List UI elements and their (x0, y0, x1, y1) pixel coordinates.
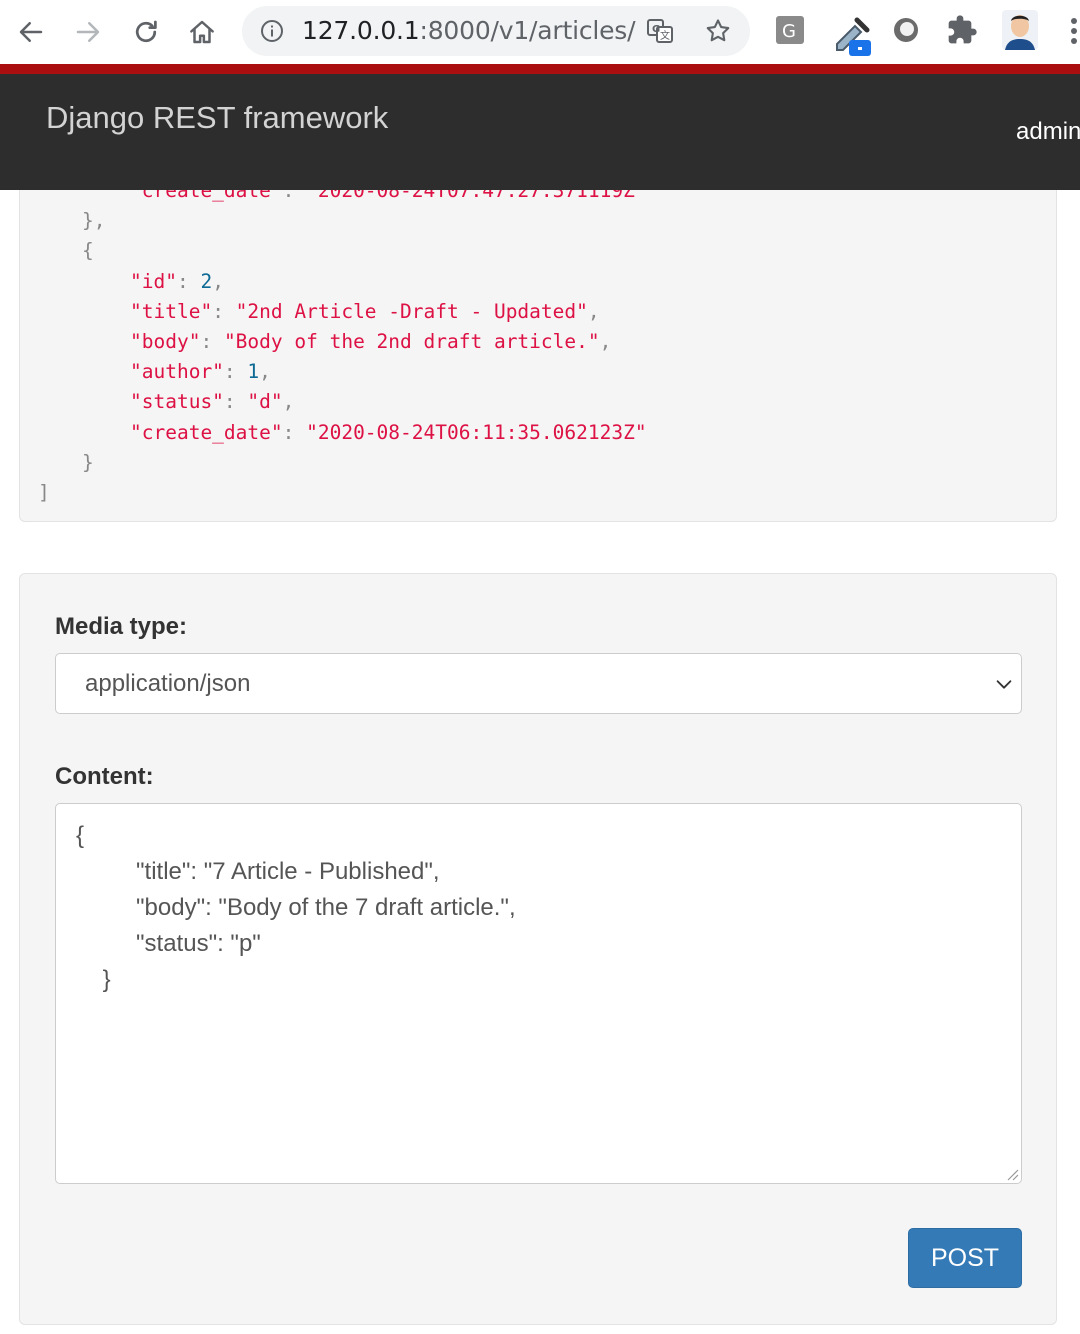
json-line: "author": 1, (130, 357, 271, 387)
json-token: 2 (200, 269, 213, 293)
json-token: , (259, 360, 271, 384)
json-token: , (599, 330, 612, 353)
json-token: "create_date" (130, 190, 283, 202)
json-token: : (212, 299, 236, 323)
media-type-select[interactable]: application/json (55, 653, 1022, 714)
json-token: , (212, 269, 224, 293)
svg-text:文: 文 (660, 29, 670, 42)
puzzle-extension-icon[interactable] (946, 14, 978, 46)
home-button[interactable] (180, 10, 224, 54)
response-panel: "create_date": "2020-08-24T07:47:27.3711… (19, 190, 1057, 522)
json-line: }, (82, 206, 105, 236)
json-token: : (282, 420, 307, 444)
resize-grip-icon[interactable] (1005, 1167, 1019, 1181)
json-token: "Body of the 2nd draft article." (223, 330, 600, 353)
forward-arrow-icon (76, 22, 100, 42)
json-token: ] (38, 481, 50, 504)
accent-bar (0, 64, 1080, 74)
reload-button[interactable] (124, 10, 168, 54)
svg-text:G: G (782, 21, 796, 42)
back-arrow-icon (19, 22, 43, 42)
reload-icon (135, 20, 157, 43)
json-token: , (282, 390, 295, 414)
back-button[interactable] (9, 10, 53, 54)
json-line: "title": "2nd Article -Draft - Updated", (130, 297, 600, 327)
svg-text:G: G (652, 24, 660, 35)
request-form: Media type: application/json Content: { … (19, 573, 1057, 1325)
json-token: "2020-08-24T06:11:35.062123Z" (306, 420, 647, 444)
json-token: "author" (130, 360, 224, 384)
json-token: : (282, 190, 307, 202)
brand-link[interactable]: Django REST framework (46, 100, 388, 136)
page-content: "create_date": "2020-08-24T07:47:27.3711… (0, 190, 1080, 1334)
json-token: "id" (130, 269, 177, 293)
json-line: } (82, 448, 94, 478)
json-line: "create_date": "2020-08-24T07:47:27.3711… (130, 190, 647, 206)
json-token: : (176, 269, 201, 293)
json-token: : (223, 360, 248, 384)
json-line: "status": "d", (130, 387, 294, 417)
content-textarea[interactable]: { "title": "7 Article - Published", "bod… (55, 803, 1022, 1184)
translate-icon[interactable]: G文 (646, 17, 674, 45)
json-token: : (200, 330, 224, 353)
ring-icon[interactable] (890, 14, 922, 46)
json-token: "body" (130, 330, 201, 353)
info-icon[interactable] (260, 19, 284, 43)
url-text[interactable]: 127.0.0.1:8000/v1/articles/ (302, 16, 636, 45)
json-token: : (223, 390, 248, 414)
json-line: "create_date": "2020-08-24T06:11:35.0621… (130, 418, 647, 448)
json-line: ] (38, 478, 50, 508)
content-label: Content: (55, 763, 154, 790)
json-token: }, (82, 209, 106, 233)
media-type-value: application/json (85, 670, 251, 697)
json-token: "d" (247, 390, 283, 414)
json-line: "id": 2, (130, 267, 224, 297)
chevron-down-icon (996, 680, 1012, 689)
user-menu[interactable]: admin (1016, 118, 1080, 146)
browser-toolbar: 127.0.0.1:8000/v1/articles/ G文 G (0, 0, 1080, 64)
json-token: } (82, 450, 94, 474)
content-text[interactable]: { "title": "7 Article - Published", "bod… (76, 818, 516, 998)
json-line: { (82, 236, 94, 266)
json-token: , (587, 299, 600, 323)
json-token: "status" (130, 390, 224, 414)
home-icon (190, 20, 214, 44)
media-type-label: Media type: (55, 613, 188, 640)
eyedropper-icon[interactable] (833, 14, 873, 56)
navbar: Django REST framework admin (0, 74, 1080, 190)
grammarly-icon[interactable]: G (774, 14, 806, 46)
address-bar[interactable]: 127.0.0.1:8000/v1/articles/ G文 (242, 6, 750, 56)
profile-avatar-icon[interactable] (1002, 10, 1038, 50)
json-token: "create_date" (130, 420, 283, 444)
post-button[interactable]: POST (908, 1228, 1022, 1288)
bookmark-star-icon[interactable] (704, 17, 732, 45)
json-token: "2nd Article -Draft - Updated" (235, 299, 588, 323)
json-token: { (82, 239, 94, 263)
more-menu-icon[interactable] (1064, 16, 1080, 46)
json-token: "2020-08-24T07:47:27.371119Z" (306, 190, 647, 202)
forward-button[interactable] (66, 10, 110, 54)
json-line: "body": "Body of the 2nd draft article."… (130, 327, 611, 357)
json-token: 1 (247, 360, 260, 384)
json-token: "title" (130, 299, 213, 323)
